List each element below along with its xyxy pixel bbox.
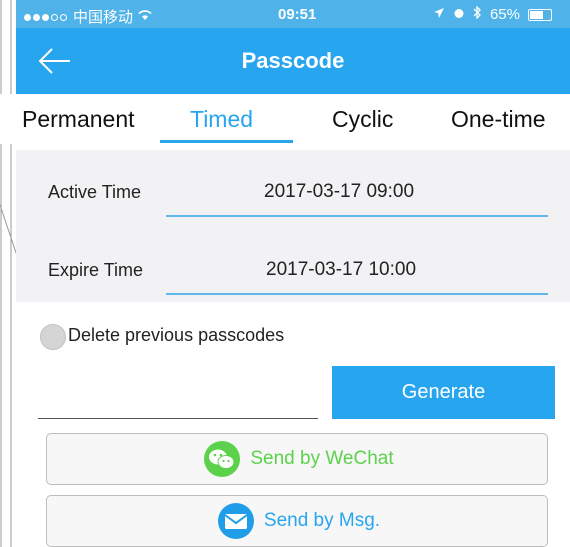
page-title: Passcode (241, 48, 345, 73)
carrier-name: 中国移动 (73, 9, 134, 26)
active-time-underline (166, 215, 548, 217)
send-by-wechat-label: Send by WeChat (250, 448, 394, 469)
tab-bar: Permanent Timed Cyclic One-time (0, 94, 570, 144)
expire-time-field[interactable]: 2017-03-17 10:00 (266, 259, 416, 281)
location-icon (433, 6, 445, 23)
active-tab-indicator (160, 140, 293, 143)
expire-time-label: Expire Time (48, 260, 144, 280)
envelope-icon (214, 502, 258, 540)
status-indicators: 65% (433, 5, 552, 23)
battery-icon (528, 8, 552, 21)
bluetooth-icon (473, 5, 482, 23)
tab-cyclic[interactable]: Cyclic (332, 106, 393, 133)
wifi-icon (137, 8, 153, 25)
generate-button[interactable]: Generate (332, 366, 555, 419)
battery-percent: 65% (489, 6, 520, 23)
active-time-label: Active Time (48, 182, 142, 202)
tab-one-time[interactable]: One-time (451, 106, 546, 133)
delete-previous-checkbox[interactable] (40, 324, 66, 350)
signal-icon (24, 8, 69, 25)
status-time: 09:51 (278, 6, 317, 23)
tab-permanent[interactable]: Permanent (22, 106, 135, 133)
wechat-icon (200, 440, 244, 478)
delete-previous-label[interactable]: Delete previous passcodes (68, 325, 284, 346)
send-by-msg-label: Send by Msg. (263, 510, 381, 531)
tab-timed[interactable]: Timed (190, 106, 253, 133)
status-bar: 中国移动 09:51 65% (16, 0, 570, 28)
send-by-wechat-button[interactable]: Send by WeChat (46, 433, 548, 485)
active-time-field[interactable]: 2017-03-17 09:00 (264, 181, 414, 203)
alarm-icon (453, 6, 465, 23)
expire-time-underline (166, 293, 548, 295)
app-header: Passcode (16, 28, 570, 94)
carrier-area: 中国移动 (24, 6, 153, 27)
send-by-msg-button[interactable]: Send by Msg. (46, 495, 548, 547)
passcode-output-field[interactable] (38, 400, 318, 419)
time-settings-panel: Active Time 2017-03-17 09:00 Expire Time… (16, 150, 570, 302)
